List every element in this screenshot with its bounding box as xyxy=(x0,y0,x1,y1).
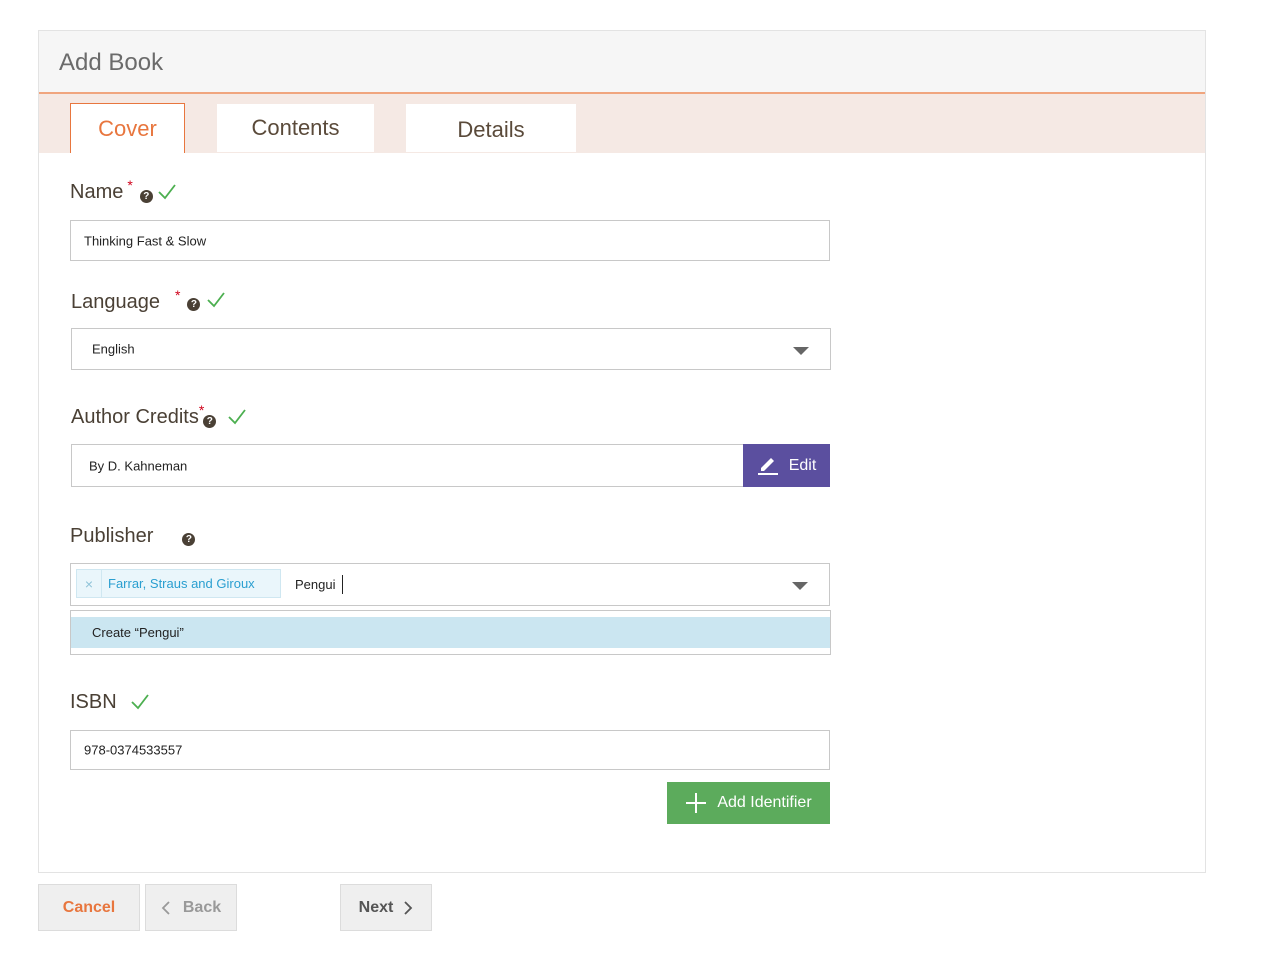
text-cursor xyxy=(342,575,343,594)
tab-details[interactable]: Details xyxy=(406,104,576,152)
publisher-dropdown-menu: Create “Pengui” xyxy=(70,610,831,655)
isbn-value: 978-0374533557 xyxy=(84,742,183,758)
help-icon[interactable]: ? xyxy=(139,190,153,203)
publisher-label-row: Publisher ? xyxy=(70,525,196,548)
help-icon[interactable]: ? xyxy=(203,415,217,428)
publisher-search-input[interactable]: Pengui xyxy=(295,577,335,592)
required-mark: * xyxy=(198,402,205,418)
required-mark: * xyxy=(174,287,181,303)
edit-button-label: Edit xyxy=(788,456,817,474)
language-label: Language xyxy=(71,291,160,313)
chevron-left-icon xyxy=(161,900,170,915)
page-title: Add Book xyxy=(59,49,164,76)
author-credits-label-row: Author Credits * ? xyxy=(71,402,247,429)
author-credits-value: By D. Kahneman xyxy=(89,458,188,473)
language-select[interactable]: English xyxy=(71,328,831,370)
add-identifier-label: Add Identifier xyxy=(717,794,812,811)
name-input-value: Thinking Fast & Slow xyxy=(84,233,207,248)
isbn-label-row: ISBN xyxy=(70,691,150,714)
plus-icon xyxy=(686,793,707,813)
language-select-value: English xyxy=(92,341,135,357)
next-label: Next xyxy=(358,898,394,916)
panel-header: Add Book xyxy=(39,31,1205,94)
dropdown-arrow-icon xyxy=(792,582,808,590)
author-credits-label: Author Credits xyxy=(71,406,199,428)
tab-cover[interactable]: Cover xyxy=(70,103,185,153)
back-label: Back xyxy=(182,898,222,916)
create-option[interactable]: Create “Pengui” xyxy=(71,617,830,648)
publisher-label: Publisher xyxy=(70,525,154,547)
add-identifier-button[interactable]: Add Identifier xyxy=(667,782,830,824)
isbn-input[interactable]: 978-0374533557 xyxy=(70,730,830,770)
next-button[interactable]: Next xyxy=(340,884,432,931)
name-label: Name xyxy=(70,181,124,203)
cancel-button[interactable]: Cancel xyxy=(38,884,140,931)
pencil-icon xyxy=(757,457,778,475)
back-button[interactable]: Back xyxy=(145,884,237,931)
name-input[interactable]: Thinking Fast & Slow xyxy=(70,220,830,261)
required-mark: * xyxy=(127,177,133,193)
close-icon[interactable]: × xyxy=(77,570,102,597)
isbn-label: ISBN xyxy=(70,691,117,713)
tab-bar: Cover Contents Details xyxy=(39,94,1205,153)
tab-contents[interactable]: Contents xyxy=(217,104,374,152)
valid-check-icon xyxy=(207,292,226,308)
valid-check-icon xyxy=(158,184,176,200)
chevron-right-icon xyxy=(404,900,413,915)
valid-check-icon xyxy=(228,409,247,425)
cancel-label: Cancel xyxy=(62,898,116,916)
author-credits-input[interactable]: By D. Kahneman xyxy=(71,444,744,487)
valid-check-icon xyxy=(131,694,149,710)
name-label-row: Name * ? xyxy=(70,177,177,204)
help-icon[interactable]: ? xyxy=(187,298,201,311)
publisher-tag-label: Farrar, Straus and Giroux xyxy=(108,576,255,591)
edit-author-credits-button[interactable]: Edit xyxy=(743,444,830,487)
language-label-row: Language * ? xyxy=(71,287,226,314)
dropdown-arrow-icon xyxy=(793,347,809,355)
publisher-tag: × Farrar, Straus and Giroux xyxy=(76,569,281,598)
help-icon[interactable]: ? xyxy=(182,533,196,546)
